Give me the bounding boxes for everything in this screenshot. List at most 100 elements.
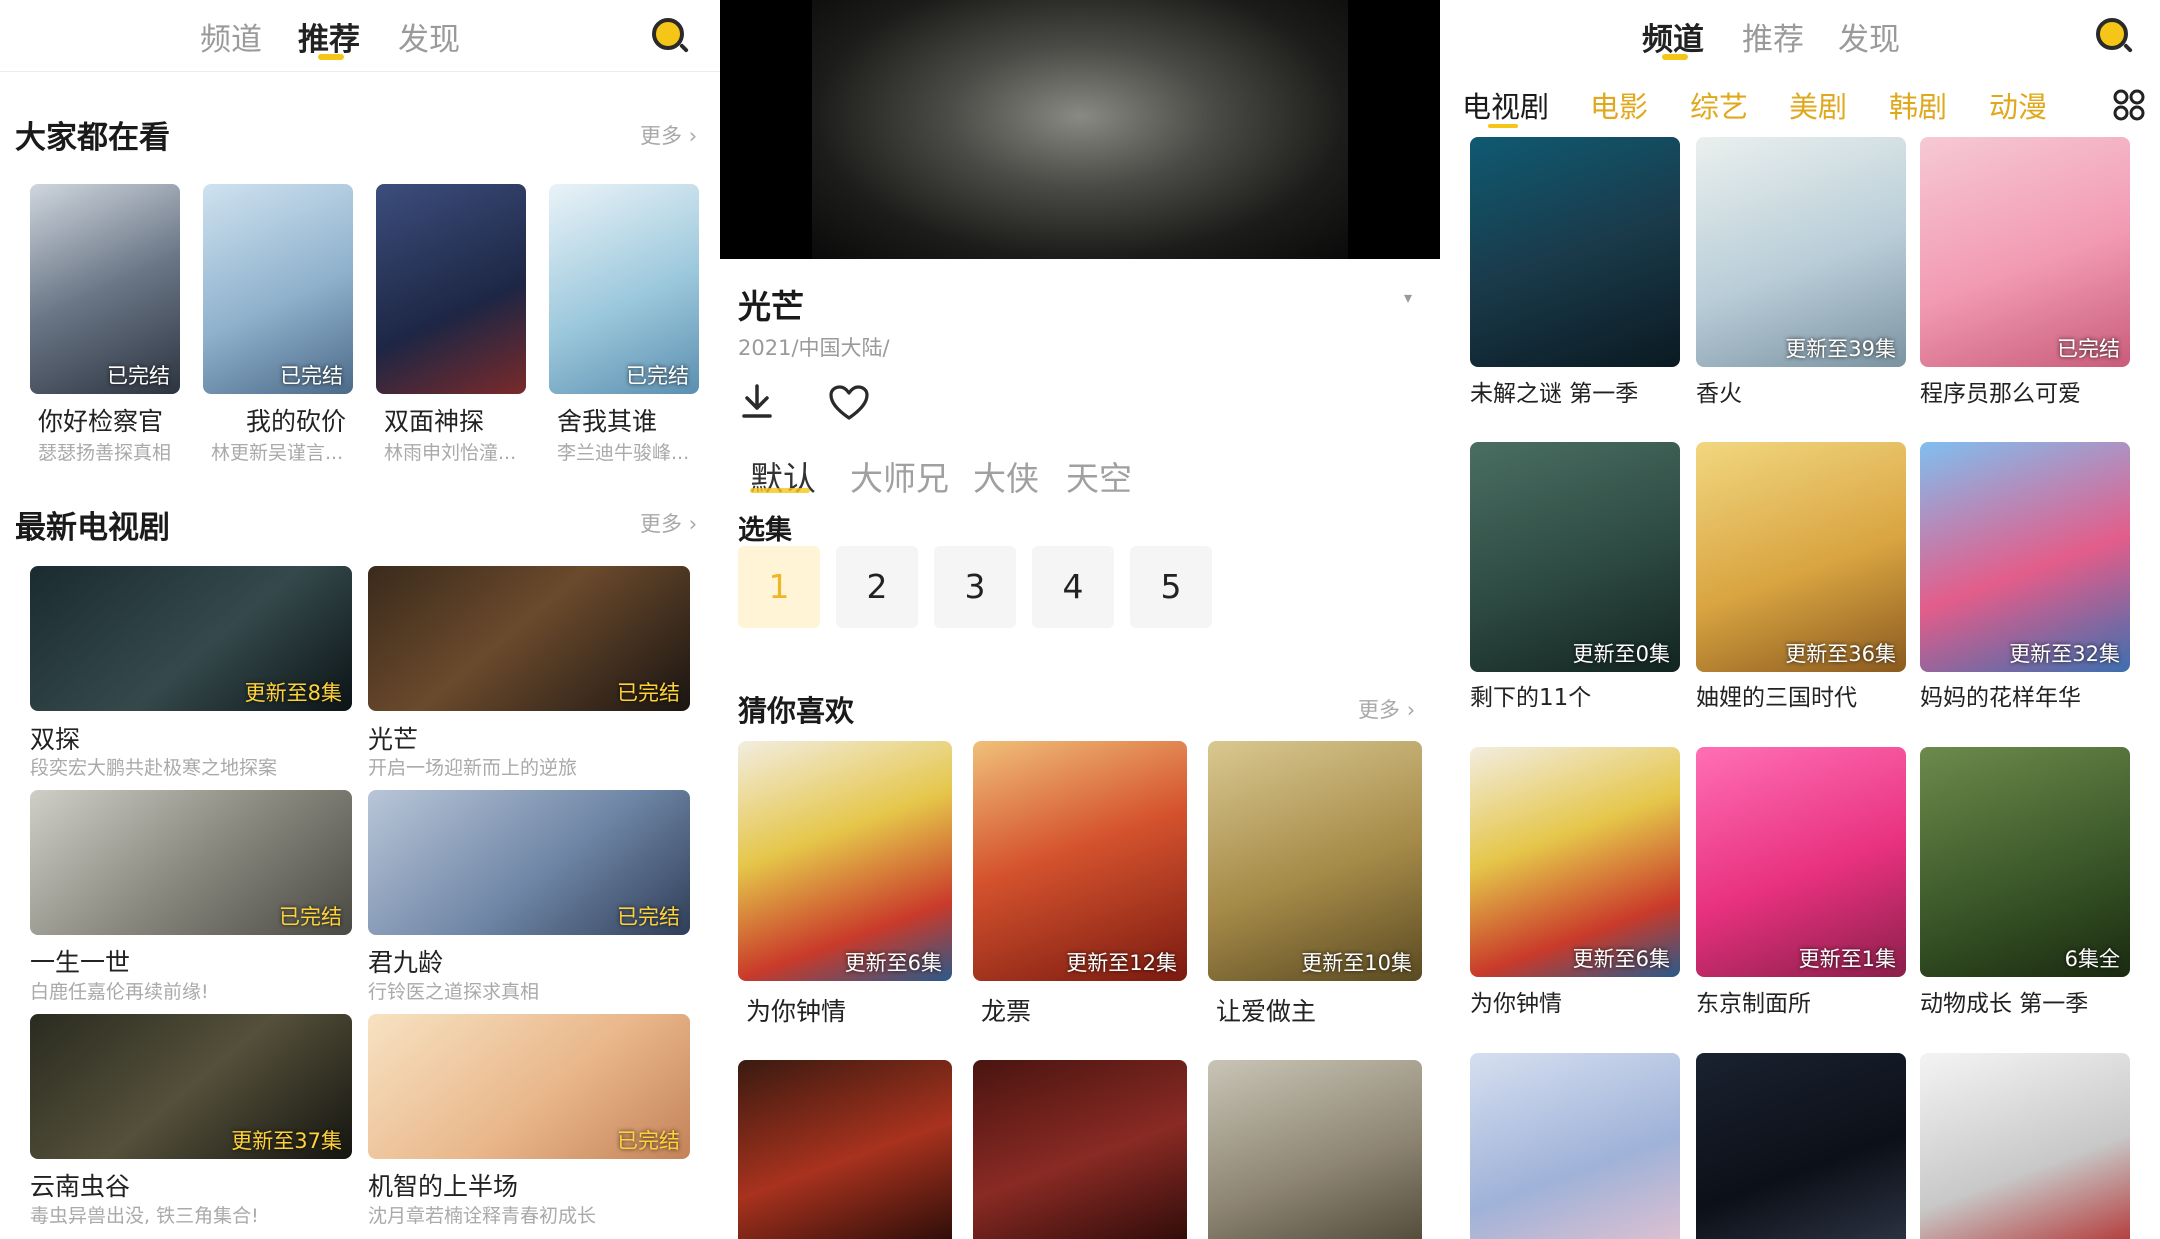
poster-sisters-in-law[interactable]: 更新至36集 bbox=[1696, 442, 1906, 672]
category-anime[interactable]: 动漫 bbox=[1989, 84, 2047, 126]
card-title: 让爱做主 bbox=[1216, 997, 1317, 1026]
card-title: 双面神探 bbox=[384, 407, 485, 436]
more-link-guess[interactable]: 更多 › bbox=[1358, 694, 1415, 724]
more-link-latest-tv[interactable]: 更多 › bbox=[640, 508, 697, 538]
poster-yunnanchonggu[interactable]: 更新至37集 bbox=[30, 1014, 352, 1159]
panel-channel: 频道 推荐 发现 电视剧 电影 综艺 美剧 韩剧 动漫 更新至39集 已完结 未… bbox=[1440, 0, 2160, 1239]
status-badge: 6集全 bbox=[2064, 947, 2120, 971]
more-label: 更多 bbox=[640, 124, 682, 148]
status-badge: 更新至0集 bbox=[1572, 642, 1670, 666]
status-badge: 更新至39集 bbox=[1785, 337, 1896, 361]
poster-row4-1[interactable] bbox=[1470, 1053, 1680, 1239]
poster-longpiao[interactable]: 更新至12集 bbox=[973, 741, 1187, 981]
poster-row4-2[interactable] bbox=[1696, 1053, 1906, 1239]
status-badge: 更新至37集 bbox=[231, 1129, 342, 1153]
favorite-heart-icon[interactable] bbox=[828, 384, 870, 422]
card-title: 光芒 bbox=[368, 725, 419, 754]
category-tv[interactable]: 电视剧 bbox=[1462, 84, 1549, 126]
tab-active-indicator bbox=[318, 54, 344, 60]
video-title: 光芒 bbox=[738, 287, 804, 326]
status-badge: 已完结 bbox=[617, 905, 680, 929]
status-badge: 更新至6集 bbox=[844, 951, 942, 975]
status-badge: 更新至8集 bbox=[244, 681, 342, 705]
status-badge: 更新至32集 bbox=[2009, 642, 2120, 666]
card-title: 双探 bbox=[30, 725, 81, 754]
card-title: 动物成长 第一季 bbox=[1920, 991, 2089, 1017]
more-link-popular[interactable]: 更多 › bbox=[640, 120, 697, 150]
source-active-indicator bbox=[750, 488, 810, 493]
episode-button-3[interactable]: 3 bbox=[934, 546, 1016, 628]
source-tab-dashixiong[interactable]: 大师兄 bbox=[850, 452, 949, 500]
card-subtitle: 行铃医之道探求真相 bbox=[368, 981, 540, 1003]
poster-jizhi[interactable]: 已完结 bbox=[368, 1014, 690, 1159]
card-title: 龙票 bbox=[981, 997, 1032, 1026]
poster-row4-3[interactable] bbox=[1920, 1053, 2130, 1239]
status-badge: 更新至1集 bbox=[1798, 947, 1896, 971]
source-tab-daxia[interactable]: 大侠 bbox=[973, 452, 1039, 500]
more-label: 更多 bbox=[1358, 698, 1400, 722]
poster-mothers-glory[interactable]: 更新至32集 bbox=[1920, 442, 2130, 672]
grid-menu-icon[interactable] bbox=[2112, 88, 2146, 122]
tab-channel[interactable]: 频道 bbox=[200, 14, 262, 59]
card-title: 为你钟情 bbox=[1470, 991, 1562, 1017]
poster-junjiuling[interactable]: 已完结 bbox=[368, 790, 690, 935]
status-badge: 已完结 bbox=[107, 364, 170, 388]
poster-hello-prosecutor[interactable]: 已完结 bbox=[30, 184, 180, 394]
status-badge: 更新至10集 bbox=[1301, 951, 1412, 975]
poster-unexplained[interactable] bbox=[1470, 137, 1680, 367]
poster-tokyo-noodle[interactable]: 更新至1集 bbox=[1696, 747, 1906, 977]
video-meta: 2021/中国大陆/ bbox=[738, 336, 890, 360]
poster-shuangtan[interactable]: 更新至8集 bbox=[30, 566, 352, 711]
tab-active-indicator bbox=[1662, 54, 1688, 60]
card-title: 你好检察官 bbox=[38, 407, 164, 436]
card-title: 舍我其谁 bbox=[557, 407, 658, 436]
source-tab-tiankong[interactable]: 天空 bbox=[1066, 452, 1132, 500]
episode-button-5[interactable]: 5 bbox=[1130, 546, 1212, 628]
category-us-drama[interactable]: 美剧 bbox=[1789, 84, 1847, 126]
expand-icon[interactable]: ▾ bbox=[1404, 288, 1412, 307]
poster-my-bargain[interactable]: 已完结 bbox=[203, 184, 353, 394]
card-subtitle: 李兰迪牛骏峰... bbox=[557, 442, 690, 464]
poster-yishengyishi[interactable]: 已完结 bbox=[30, 790, 352, 935]
poster-xianghuo[interactable]: 更新至39集 bbox=[1696, 137, 1906, 367]
video-frame bbox=[812, 0, 1348, 259]
card-title: 妈妈的花样年华 bbox=[1920, 685, 2081, 711]
tab-discover[interactable]: 发现 bbox=[398, 14, 460, 59]
card-title: 香火 bbox=[1696, 381, 1742, 407]
video-player[interactable] bbox=[720, 0, 1440, 259]
poster-weinizhongqing[interactable]: 更新至6集 bbox=[1470, 747, 1680, 977]
poster-guangmang[interactable]: 已完结 bbox=[368, 566, 690, 711]
card-title: 君九龄 bbox=[368, 948, 444, 977]
episode-button-1[interactable]: 1 bbox=[738, 546, 820, 628]
search-icon[interactable] bbox=[2096, 18, 2128, 50]
category-k-drama[interactable]: 韩剧 bbox=[1889, 84, 1947, 126]
category-movie[interactable]: 电影 bbox=[1590, 84, 1648, 126]
status-badge: 已完结 bbox=[617, 681, 680, 705]
tab-recommend[interactable]: 推荐 bbox=[1742, 14, 1804, 59]
card-title: 为你钟情 bbox=[746, 997, 847, 1026]
episode-button-2[interactable]: 2 bbox=[836, 546, 918, 628]
category-variety[interactable]: 综艺 bbox=[1690, 84, 1748, 126]
tab-channel[interactable]: 频道 bbox=[1642, 14, 1704, 59]
poster-rangaizuozhu[interactable]: 更新至10集 bbox=[1208, 741, 1422, 981]
section-title-latest-tv: 最新电视剧 bbox=[15, 510, 170, 546]
poster-programmer[interactable]: 已完结 bbox=[1920, 137, 2130, 367]
panel-detail: 光芒 ▾ 2021/中国大陆/ 默认 大师兄 大侠 天空 选集 1 2 3 4 … bbox=[720, 0, 1440, 1239]
card-title: 我的砍价 bbox=[246, 407, 346, 436]
poster-recommend-4[interactable] bbox=[738, 1060, 952, 1239]
poster-remaining-11[interactable]: 更新至0集 bbox=[1470, 442, 1680, 672]
search-icon[interactable] bbox=[652, 18, 684, 50]
status-badge: 已完结 bbox=[617, 1129, 680, 1153]
tab-discover[interactable]: 发现 bbox=[1838, 14, 1900, 59]
poster-recommend-6[interactable] bbox=[1208, 1060, 1422, 1239]
poster-weinizhongqing[interactable]: 更新至6集 bbox=[738, 741, 952, 981]
poster-growing-up-animal[interactable]: 6集全 bbox=[1920, 747, 2130, 977]
section-title-popular: 大家都在看 bbox=[15, 120, 170, 156]
chevron-right-icon: › bbox=[688, 124, 698, 148]
episode-button-4[interactable]: 4 bbox=[1032, 546, 1114, 628]
poster-recommend-5[interactable] bbox=[973, 1060, 1187, 1239]
download-icon[interactable] bbox=[738, 382, 776, 422]
poster-who-else[interactable]: 已完结 bbox=[549, 184, 699, 394]
tab-recommend[interactable]: 推荐 bbox=[298, 14, 360, 59]
poster-double-detective[interactable] bbox=[376, 184, 526, 394]
